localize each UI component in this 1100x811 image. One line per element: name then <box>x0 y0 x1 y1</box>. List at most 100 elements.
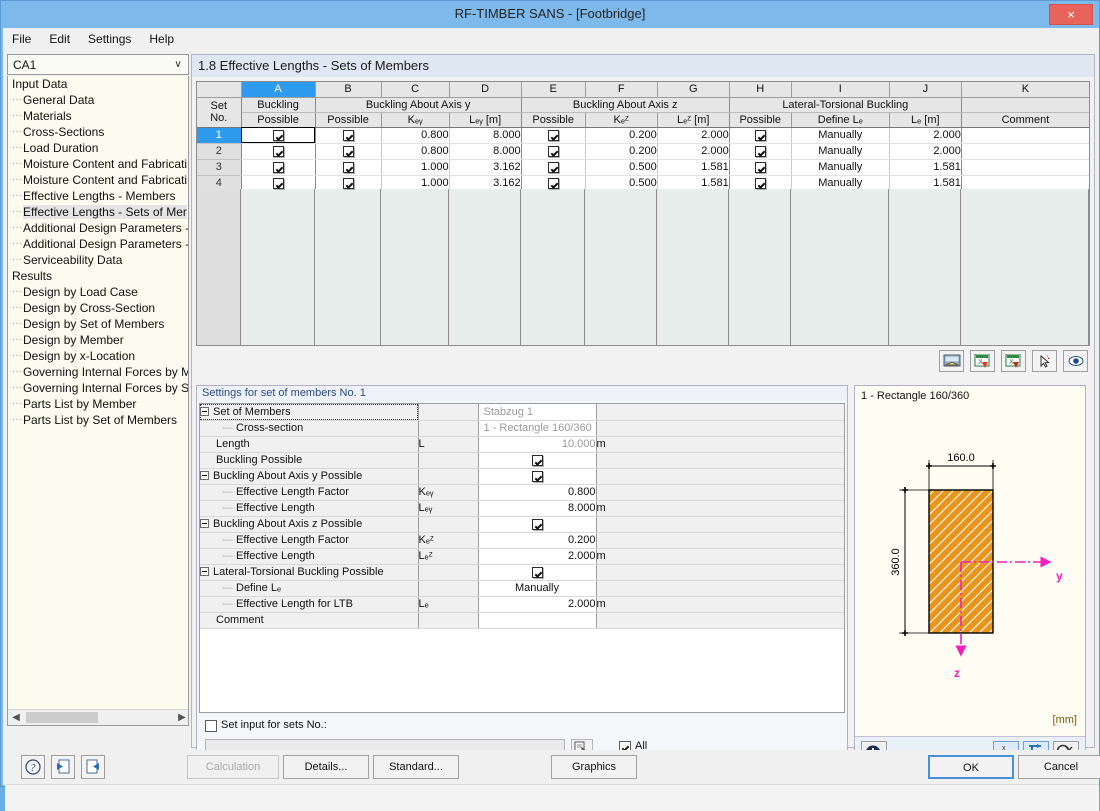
sidebar-item[interactable]: Additional Design Parameters - <box>8 236 188 252</box>
help-icon[interactable]: ? <box>21 755 45 779</box>
settings-row[interactable]: Lateral-Torsional Buckling Possible <box>200 564 844 580</box>
sidebar-item[interactable]: Parts List by Member <box>8 396 188 412</box>
sidebar-item[interactable]: Design by Member <box>8 332 188 348</box>
settings-row[interactable]: Comment <box>200 612 844 628</box>
checkbox-icon[interactable] <box>755 146 766 157</box>
checkbox-icon[interactable] <box>273 130 284 141</box>
settings-value-number[interactable]: 8.000 <box>478 500 596 516</box>
scroll-left-icon[interactable]: ◀ <box>8 710 24 725</box>
standard-button[interactable]: Standard... <box>373 755 459 779</box>
scroll-right-icon[interactable]: ▶ <box>174 710 189 725</box>
settings-value-readonly[interactable]: Stabzug 1 <box>478 404 596 420</box>
next-page-icon[interactable] <box>81 755 105 779</box>
checkbox-icon[interactable] <box>532 455 543 466</box>
sidebar-item[interactable]: Moisture Content and Fabricati <box>8 172 188 188</box>
checkbox-icon[interactable] <box>343 178 354 189</box>
settings-property-grid[interactable]: Set of MembersStabzug 1—Cross-section1 -… <box>199 403 845 713</box>
checkbox-icon[interactable] <box>273 146 284 157</box>
collapse-expand-icon[interactable] <box>200 567 209 576</box>
sidebar-item[interactable]: Design by Load Case <box>8 284 188 300</box>
settings-row[interactable]: —Effective Length FactorKₑᶻ0.200 <box>200 532 844 548</box>
checkbox-icon[interactable] <box>755 130 766 141</box>
effective-lengths-table[interactable]: ABCDEFGHIJKSetNo.BucklingBuckling About … <box>196 81 1090 346</box>
checkbox-icon[interactable] <box>532 567 543 578</box>
settings-value-number[interactable]: 2.000 <box>478 548 596 564</box>
settings-row[interactable]: —Define LₑManually <box>200 580 844 596</box>
sidebar-item[interactable]: Cross-Sections <box>8 124 188 140</box>
checkbox-icon[interactable] <box>532 519 543 530</box>
sidebar-item[interactable]: Governing Internal Forces by M <box>8 364 188 380</box>
select-pick-icon[interactable] <box>1032 350 1057 372</box>
settings-row[interactable]: —Effective LengthLₑᵧ8.000m <box>200 500 844 516</box>
menu-help[interactable]: Help <box>140 28 183 49</box>
sidebar-item[interactable]: Materials <box>8 108 188 124</box>
sidebar-item[interactable]: Additional Design Parameters - <box>8 220 188 236</box>
settings-row[interactable]: Set of MembersStabzug 1 <box>200 404 844 420</box>
cancel-button[interactable]: Cancel <box>1018 755 1100 779</box>
sidebar-item[interactable]: Load Duration <box>8 140 188 156</box>
settings-row[interactable]: Buckling Possible <box>200 452 844 468</box>
checkbox-icon[interactable] <box>548 146 559 157</box>
ok-button[interactable]: OK <box>928 755 1014 779</box>
excel-export-icon[interactable]: X <box>1001 350 1026 372</box>
settings-value-number[interactable]: 0.800 <box>478 484 596 500</box>
tree-horizontal-scrollbar[interactable]: ◀ ▶ <box>8 709 189 725</box>
sidebar-item[interactable]: Parts List by Set of Members <box>8 412 188 428</box>
sidebar-item[interactable]: Design by x-Location <box>8 348 188 364</box>
sidebar-item[interactable]: Input Data <box>8 76 188 92</box>
checkbox-icon[interactable] <box>548 162 559 173</box>
checkbox-icon[interactable] <box>273 162 284 173</box>
menu-settings[interactable]: Settings <box>79 28 140 49</box>
settings-row[interactable]: —Cross-section1 - Rectangle 160/360 <box>200 420 844 436</box>
collapse-expand-icon[interactable] <box>200 519 209 528</box>
sidebar-item[interactable]: Moisture Content and Fabricati <box>8 156 188 172</box>
settings-row[interactable]: —Effective Length for LTBLₑ2.000m <box>200 596 844 612</box>
settings-value-readonly[interactable]: 10.000 <box>478 436 596 452</box>
settings-value-number[interactable]: 0.200 <box>478 532 596 548</box>
settings-row[interactable]: —Effective LengthLₑᶻ2.000m <box>200 548 844 564</box>
checkbox-icon[interactable] <box>548 130 559 141</box>
load-case-combobox[interactable]: CA1 ∨ <box>7 54 189 75</box>
navigation-tree[interactable]: Input DataGeneral DataMaterialsCross-Sec… <box>7 76 189 726</box>
menu-file[interactable]: File <box>3 28 40 49</box>
settings-checkbox-cell[interactable] <box>478 516 596 532</box>
sidebar-item[interactable]: Design by Cross-Section <box>8 300 188 316</box>
checkbox-icon[interactable] <box>548 178 559 189</box>
set-input-checkbox[interactable] <box>205 720 217 732</box>
settings-value-text[interactable]: Manually <box>478 580 596 596</box>
settings-row[interactable]: Buckling About Axis z Possible <box>200 516 844 532</box>
sidebar-item[interactable]: Design by Set of Members <box>8 316 188 332</box>
settings-checkbox-cell[interactable] <box>478 452 596 468</box>
settings-checkbox-cell[interactable] <box>478 468 596 484</box>
collapse-expand-icon[interactable] <box>200 407 209 416</box>
settings-row[interactable]: —Effective Length FactorKₑᵧ0.800 <box>200 484 844 500</box>
scrollbar-thumb[interactable] <box>26 712 98 723</box>
checkbox-icon[interactable] <box>532 471 543 482</box>
settings-row[interactable]: LengthL10.000m <box>200 436 844 452</box>
settings-value-empty[interactable] <box>478 612 596 628</box>
graphics-button[interactable]: Graphics <box>551 755 637 779</box>
prev-page-icon[interactable] <box>51 755 75 779</box>
checkbox-icon[interactable] <box>343 130 354 141</box>
checkbox-icon[interactable] <box>755 178 766 189</box>
checkbox-icon[interactable] <box>755 162 766 173</box>
view-visibility-icon[interactable] <box>1063 350 1088 372</box>
sidebar-item[interactable]: Results <box>8 268 188 284</box>
collapse-expand-icon[interactable] <box>200 471 209 480</box>
checkbox-icon[interactable] <box>343 146 354 157</box>
sidebar-item[interactable]: Effective Lengths - Members <box>8 188 188 204</box>
details-button[interactable]: Details... <box>283 755 369 779</box>
settings-row[interactable]: Buckling About Axis y Possible <box>200 468 844 484</box>
sidebar-item[interactable]: Effective Lengths - Sets of Mer <box>8 204 188 220</box>
sidebar-item[interactable]: Serviceability Data <box>8 252 188 268</box>
settings-value-readonly[interactable]: 1 - Rectangle 160/360 <box>478 420 596 436</box>
sidebar-item[interactable]: General Data <box>8 92 188 108</box>
excel-import-icon[interactable]: X <box>970 350 995 372</box>
settings-value-number[interactable]: 2.000 <box>478 596 596 612</box>
close-window-button[interactable]: × <box>1049 4 1093 25</box>
import-export-icon[interactable] <box>939 350 964 372</box>
checkbox-icon[interactable] <box>273 178 284 189</box>
sidebar-item[interactable]: Governing Internal Forces by S <box>8 380 188 396</box>
chevron-down-icon[interactable]: ∨ <box>168 55 188 74</box>
calculation-button[interactable]: Calculation <box>187 755 279 779</box>
